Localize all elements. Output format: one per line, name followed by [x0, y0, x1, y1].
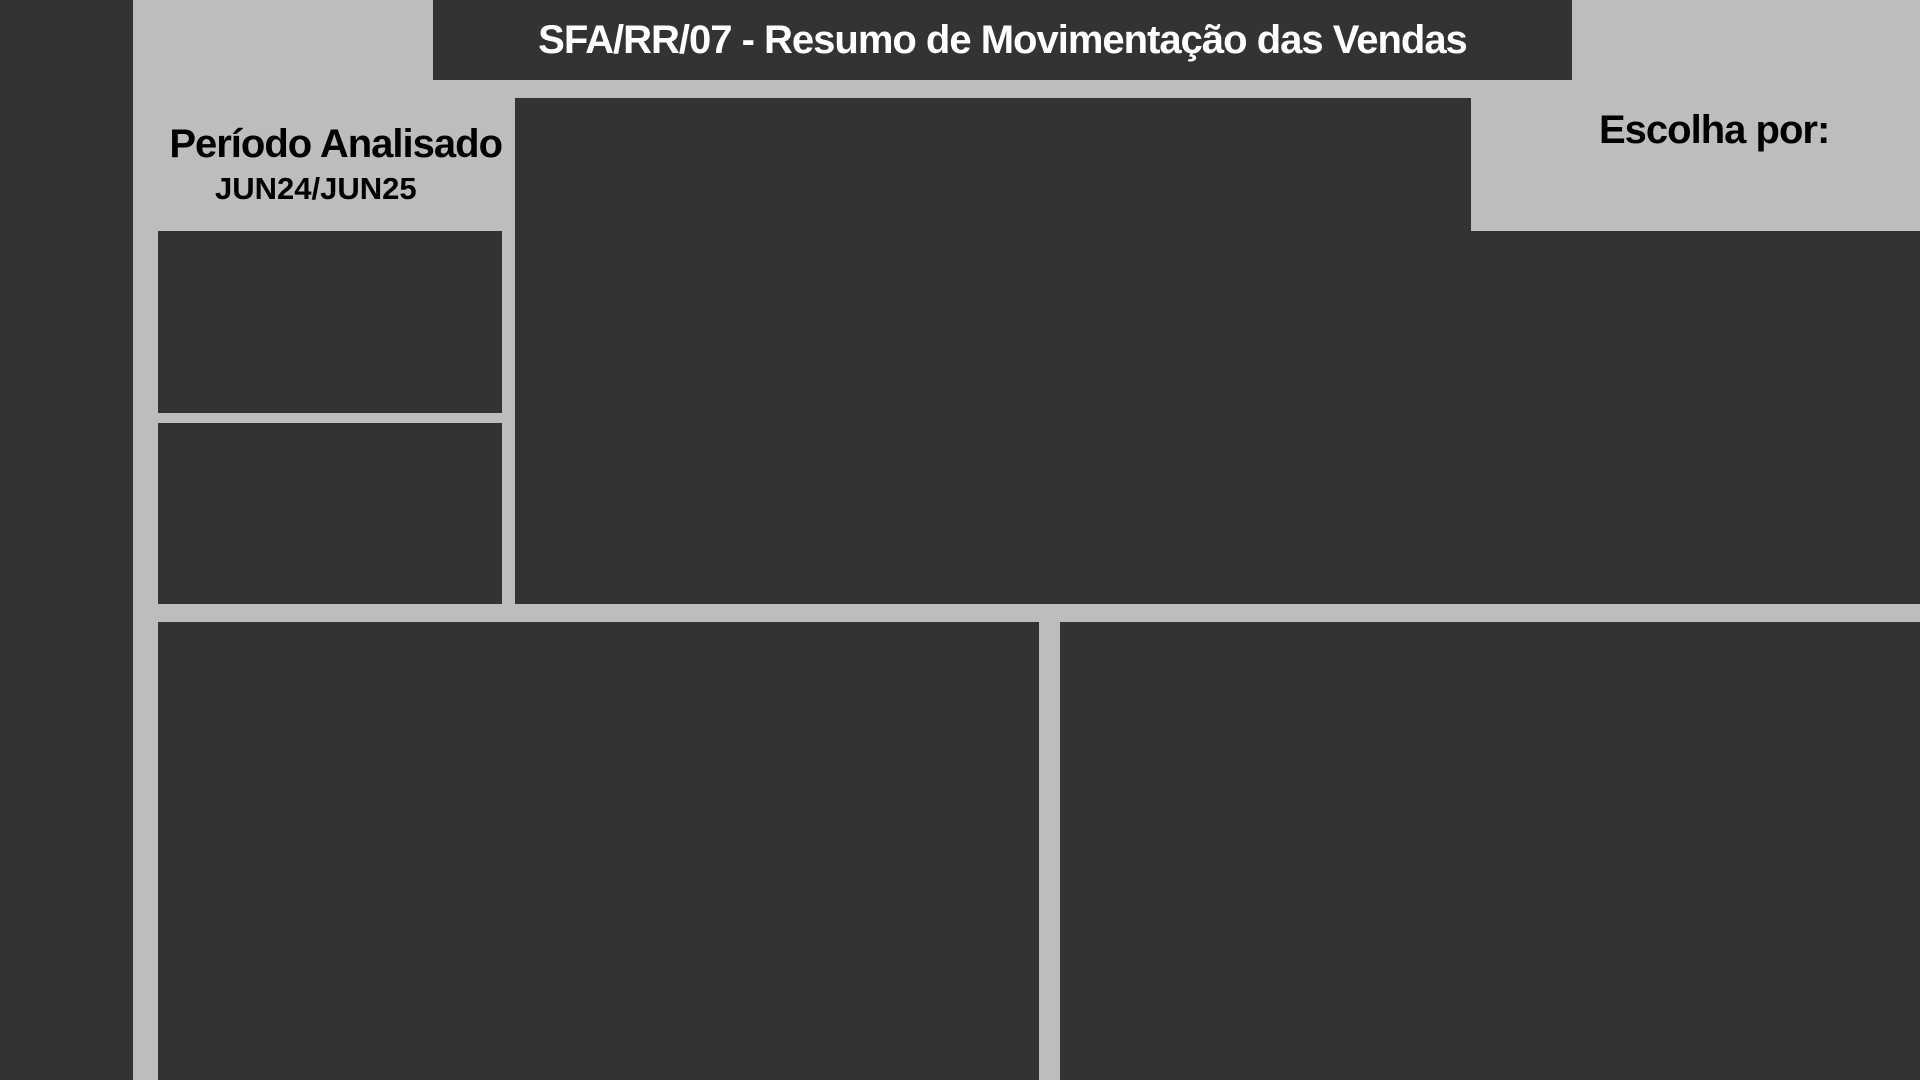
period-label: Período Analisado — [169, 122, 503, 166]
left-navigation-rail[interactable] — [0, 0, 133, 1080]
filter-label: Escolha por: — [1599, 108, 1830, 152]
page-title: SFA/RR/07 - Resumo de Movimentação das V… — [538, 17, 1468, 62]
main-chart-panel[interactable] — [515, 98, 1471, 604]
filter-block: Escolha por: — [1471, 98, 1920, 228]
period-value: JUN24/JUN25 — [215, 171, 417, 206]
kpi-card-2 — [158, 423, 502, 604]
title-bar: SFA/RR/07 - Resumo de Movimentação das V… — [433, 0, 1572, 80]
dashboard-page: SFA/RR/07 - Resumo de Movimentação das V… — [0, 0, 1920, 1080]
period-block: Período Analisado JUN24/JUN25 — [150, 115, 505, 215]
kpi-card-1 — [158, 231, 502, 413]
bottom-left-panel[interactable] — [158, 622, 1039, 1080]
filter-slicer-panel[interactable] — [1471, 231, 1920, 604]
bottom-right-panel[interactable] — [1060, 622, 1920, 1080]
